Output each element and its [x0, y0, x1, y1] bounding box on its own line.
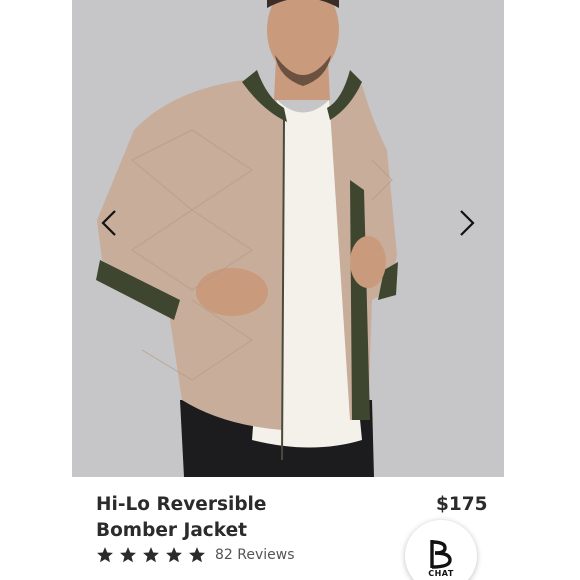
chevron-left-icon	[101, 210, 116, 236]
carousel-prev-button[interactable]	[94, 205, 124, 241]
product-title-line1: Hi-Lo Reversible	[96, 494, 267, 515]
carousel-next-button[interactable]	[452, 205, 482, 241]
product-title-line2: Bomber Jacket	[96, 520, 247, 541]
reviews-link[interactable]: 82 Reviews	[215, 547, 295, 563]
star-icon	[120, 547, 136, 563]
product-page: Hi-Lo Reversible Bomber Jacket $175 82 R…	[0, 0, 580, 580]
product-title: Hi-Lo Reversible Bomber Jacket	[96, 492, 356, 544]
star-icon	[97, 547, 113, 563]
product-photo	[72, 0, 504, 477]
b-logo-icon	[430, 540, 452, 569]
star-rating	[96, 546, 211, 564]
product-rating[interactable]: 82 Reviews	[96, 545, 295, 565]
product-image-carousel[interactable]	[72, 0, 504, 477]
star-icon	[143, 547, 159, 563]
chat-label: CHAT	[428, 569, 454, 578]
chevron-right-icon	[460, 210, 475, 236]
product-price: $175	[436, 494, 488, 515]
star-icon	[166, 547, 182, 563]
chat-button[interactable]: CHAT	[405, 520, 477, 580]
star-icon	[189, 547, 205, 563]
